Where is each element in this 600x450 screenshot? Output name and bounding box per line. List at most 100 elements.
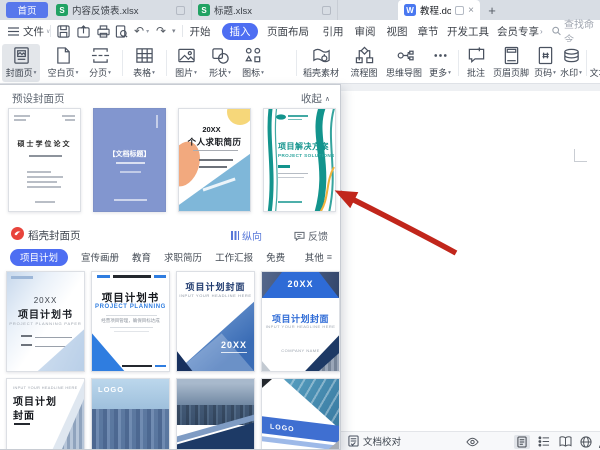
preset-cover-project-solutions[interactable]: 项目解决方案 PROJECT SOLUTIONS <box>263 108 336 212</box>
print-preview-button[interactable] <box>113 23 129 39</box>
ribbon-tab-insert-active[interactable]: 插入 <box>222 22 258 40</box>
print-icon <box>96 24 110 38</box>
ribbon-picture-button[interactable]: 图片 ▾ <box>170 44 202 82</box>
docer-cover-5[interactable]: INPUT YOUR HEADLINE HERE 项目计划 封面 <box>6 378 85 449</box>
ribbon-icons-button[interactable]: 图标 ▾ <box>238 44 268 82</box>
menu-bar: 文件 ∨ ↶ ▾ ↷ ▾ 开始 插入 页面布局 引用 审阅 视图 章节 开发工具 … <box>0 20 600 46</box>
home-tab-button[interactable]: 首页 <box>6 2 48 18</box>
file-menu-button[interactable]: 文件 ∨ <box>8 20 50 42</box>
docer-cover-3[interactable]: 项目计划封面 INPUT YOUR HEADLINE HERE 20XX <box>176 271 255 372</box>
cover-subtitle: INPUT YOUR HEADLINE HERE <box>265 324 336 329</box>
ribbon-tab-membership[interactable]: 会员专享 <box>494 20 542 42</box>
document-tab-2[interactable]: S 标题.xlsx <box>192 0 338 20</box>
category-tab-free[interactable]: 免费 <box>266 250 285 264</box>
close-tab-icon[interactable]: × <box>468 5 474 16</box>
tab-label: 标题.xlsx <box>214 6 253 17</box>
ribbon-tab-review[interactable]: 审阅 <box>350 20 380 42</box>
shapes-icon <box>211 48 229 64</box>
ribbon-tab-view[interactable]: 视图 <box>382 20 412 42</box>
redo-button[interactable]: ↷ <box>156 20 166 42</box>
ribbon-cover-page-button[interactable]: 封面页 ▾ <box>2 44 40 82</box>
ribbon-watermark-button[interactable]: 水印 ▾ <box>558 44 584 82</box>
ribbon-docer-assets-button[interactable]: 稻壳素材 <box>300 44 342 82</box>
chevron-right-icon[interactable]: › <box>540 20 543 42</box>
ribbon-page-break-button[interactable]: 分页 ▾ <box>84 44 116 82</box>
dropdown-caret-icon: ▾ <box>579 69 582 76</box>
ribbon-comment-button[interactable]: 批注 <box>462 44 490 82</box>
ribbon-tab-page-layout[interactable]: 页面布局 <box>262 20 314 42</box>
feedback-bubble-icon <box>294 231 305 241</box>
ink-tool-button[interactable] <box>596 435 600 449</box>
portrait-filter-button[interactable]: 纵向 <box>231 228 262 243</box>
dropdown-caret-icon: ▾ <box>194 69 197 76</box>
docer-cover-2[interactable]: 项目计划书 PROJECT PLANNING 经营项目管理，确保目标达成 <box>91 271 170 372</box>
cover-title: 个人求职简历 <box>187 137 242 147</box>
category-tab-project-plan-active[interactable]: 项目计划 <box>10 248 69 266</box>
quick-access-toolbar-menu-icon[interactable]: ▾ <box>172 20 176 42</box>
ribbon-textbox-button[interactable]: 文本框▾ <box>590 44 600 82</box>
web-layout-view-button[interactable] <box>578 435 594 449</box>
category-tab-education[interactable]: 教育 <box>132 250 151 264</box>
page-number-icon <box>538 46 552 65</box>
new-tab-button[interactable]: + <box>484 2 500 18</box>
feedback-button[interactable]: 反馈 <box>294 228 328 243</box>
category-more-button[interactable]: 其他 ≡ <box>305 250 332 264</box>
ribbon-mindmap-button[interactable]: 思维导图 <box>384 44 424 82</box>
pin-icon[interactable] <box>176 5 185 15</box>
docer-cover-1[interactable]: 20XX 项目计划书 PROJECT PLANNING PAPER <box>6 271 85 372</box>
ribbon-page-number-button[interactable]: 页码 ▾ <box>532 44 558 82</box>
watermark-icon <box>563 48 579 63</box>
tab-label: 内容反馈表.xlsx <box>72 6 139 17</box>
ribbon-blank-page-button[interactable]: 空白页 ▾ <box>44 44 82 82</box>
category-tab-brochure[interactable]: 宣传画册 <box>81 250 119 264</box>
category-tab-resume[interactable]: 求职简历 <box>164 250 202 264</box>
ribbon-table-button[interactable]: 表格 ▾ <box>126 44 162 82</box>
cover-desc: 经营项目管理，确保目标达成 <box>101 318 160 323</box>
textbox-icon <box>596 46 600 65</box>
ribbon-shapes-button[interactable]: 形状 ▾ <box>204 44 236 82</box>
collapse-button[interactable]: 收起 ∧ <box>301 91 330 106</box>
docer-section-title: 稻壳封面页 <box>28 230 81 242</box>
export-button[interactable] <box>75 23 91 39</box>
blank-page-icon <box>56 47 70 64</box>
ribbon-tab-home[interactable]: 开始 <box>182 20 218 42</box>
ribbon-header-footer-button[interactable]: 页眉页脚 <box>492 44 530 82</box>
cover-year: 20XX <box>202 125 221 134</box>
preset-cover-resume[interactable]: 20XX 个人求职简历 <box>178 108 251 212</box>
eye-protect-button[interactable] <box>464 435 480 449</box>
preset-cover-thesis[interactable]: 硕士学位论文 <box>8 108 81 212</box>
print-button[interactable] <box>95 23 111 39</box>
cover-page-dropdown-panel: 预设封面页 收起 ∧ 硕士学位论文 【文档标题】 20XX 个人求职简历 项目解… <box>0 84 341 450</box>
proofread-button[interactable]: 文档校对 <box>348 432 401 450</box>
pin-icon[interactable] <box>322 5 331 15</box>
category-tab-work-report[interactable]: 工作汇报 <box>215 250 253 264</box>
cover-subtitle: PROJECT SOLUTIONS <box>278 153 335 158</box>
ribbon-flowchart-button[interactable]: 流程图 <box>346 44 382 82</box>
ribbon-tab-section[interactable]: 章节 <box>413 20 443 42</box>
cover-title-line2: 封面 <box>13 411 35 422</box>
document-tab-active[interactable]: W 教程.docx × <box>398 0 480 20</box>
document-tab-1[interactable]: S 内容反馈表.xlsx <box>50 0 192 20</box>
save-button[interactable] <box>55 23 71 39</box>
docer-cover-4[interactable]: 20XX 项目计划封面 INPUT YOUR HEADLINE HERE COM… <box>261 271 340 372</box>
divider <box>50 25 51 37</box>
docer-cover-8[interactable]: LOGO <box>261 378 340 449</box>
divider <box>122 50 123 76</box>
cover-subtitle: PROJECT PLANNING <box>95 304 166 310</box>
preset-cover-blue-title[interactable]: 【文档标题】 <box>93 108 166 212</box>
docer-cover-6[interactable]: LOGO <box>91 378 170 449</box>
print-layout-view-button[interactable] <box>514 434 530 449</box>
pin-icon[interactable] <box>455 5 465 15</box>
cover-title: 项目计划书 <box>101 292 160 304</box>
ribbon-tab-references[interactable]: 引用 <box>318 20 348 42</box>
cover-title: 硕士学位论文 <box>17 141 72 148</box>
search-command-box[interactable]: 查找命令 <box>552 20 600 46</box>
writer-app-icon: W <box>404 4 416 16</box>
read-layout-view-button[interactable] <box>557 435 573 449</box>
ribbon-tab-developer[interactable]: 开发工具 <box>444 20 492 42</box>
picture-icon <box>177 48 195 63</box>
undo-button[interactable]: ↶ ▾ <box>134 20 149 42</box>
ribbon-more-button[interactable]: 更多 ▾ <box>426 44 454 82</box>
docer-cover-7[interactable]: LOGO <box>176 378 255 449</box>
outline-view-button[interactable] <box>536 435 552 449</box>
